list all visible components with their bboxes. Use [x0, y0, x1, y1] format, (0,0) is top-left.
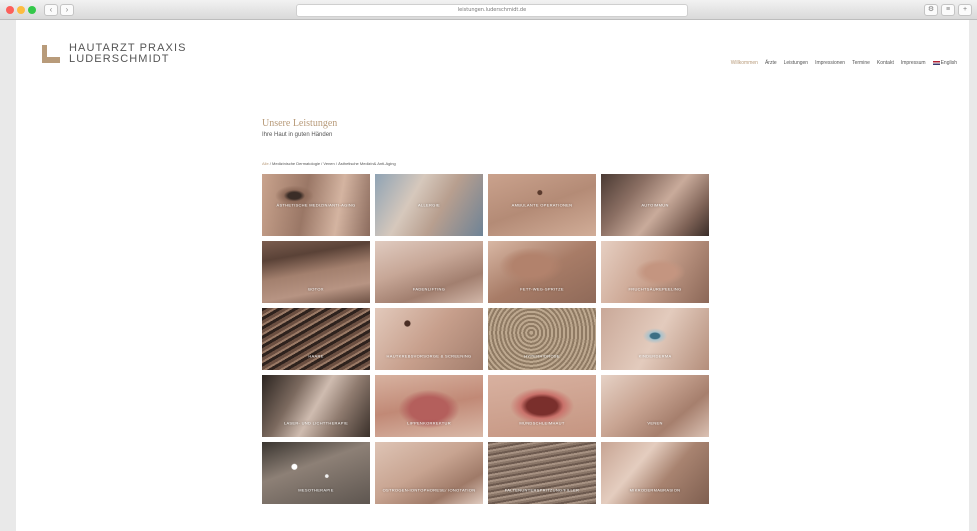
us-flag-icon [932, 60, 940, 65]
service-tile-label: HAUTKREBSVORSORGE & SCREENING [386, 353, 472, 359]
nav-aerzte[interactable]: Ärzte [765, 60, 777, 66]
logo-mark-icon [42, 45, 60, 63]
service-tile-label: AMBULANTE OPERATIONEN [511, 202, 573, 208]
address-bar[interactable]: leistungen.luderschmidt.de [296, 4, 688, 17]
tabs-icon[interactable]: + [958, 4, 972, 16]
service-tile-fett-weg-spritze[interactable]: FETT-WEG-SPRITZE [488, 241, 596, 303]
reader-icon[interactable]: ≡ [941, 4, 955, 16]
filter-aesthetische-medizin[interactable]: Ästhetische Medizin& Anti-Aging [338, 161, 396, 166]
service-tile-fadenlifting[interactable]: FADENLIFTING [375, 241, 483, 303]
service-tile-allergie[interactable]: ALLERGIE [375, 174, 483, 236]
gear-icon[interactable]: ⚙ [924, 4, 938, 16]
service-tile-label: KINDERDERMA [638, 353, 672, 359]
nav-english-label: English [940, 60, 957, 66]
service-tile-label: ÄSTHETISCHE MEDIZIN/ANTI-AGING [276, 202, 356, 208]
minimize-window-icon[interactable] [17, 6, 25, 14]
logo-line-2: LUDERSCHMIDT [69, 53, 170, 65]
close-window-icon[interactable] [6, 6, 14, 14]
service-tile-label: HYPERHIDROSE [524, 353, 560, 359]
nav-english[interactable]: English [932, 60, 957, 66]
service-tile-label: OSTROGEN-IONTOPHORESE/ IONOTATION [382, 487, 476, 493]
maximize-window-icon[interactable] [28, 6, 36, 14]
section-heading: Unsere Leistungen Ihre Haut in guten Hän… [262, 118, 337, 138]
back-icon[interactable]: ‹ [44, 4, 58, 16]
service-tile-label: ALLERGIE [418, 202, 440, 208]
nav-termine[interactable]: Termine [852, 60, 870, 66]
filter-medizinische-dermatologie[interactable]: Medizinische Dermatologie [272, 161, 320, 166]
service-tile-mesotherapie[interactable]: MESOTHERAPIE [262, 442, 370, 504]
service-tile-label: MIKRODERMABRASION [629, 487, 681, 493]
service-tile-label: FADENLIFTING [412, 286, 446, 292]
service-tile-hautkrebsvorsorge[interactable]: HAUTKREBSVORSORGE & SCREENING [375, 308, 483, 370]
service-tile-botox[interactable]: BOTOX [262, 241, 370, 303]
nav-willkommen[interactable]: Willkommen [731, 60, 758, 66]
service-tile-label: MESOTHERAPIE [298, 487, 334, 493]
page-subtitle: Ihre Haut in guten Händen [262, 132, 333, 138]
logo-text: HAUTARZT PRAXIS LUDERSCHMIDT [69, 43, 229, 65]
category-filter: Alle / Medizinische Dermatologie / Venen… [262, 161, 396, 166]
service-tile-ambulante-operationen[interactable]: AMBULANTE OPERATIONEN [488, 174, 596, 236]
service-tile-lippenkorrektur[interactable]: LIPPENKORREKTUR [375, 375, 483, 437]
service-tile-autoimmun[interactable]: AUTOIMMUN [601, 174, 709, 236]
service-tile-kinderderma[interactable]: KINDERDERMA [601, 308, 709, 370]
service-tile-label: FALTENUNTERSPRITZUNG/FILLER [504, 487, 580, 493]
service-tile-label: LIPPENKORREKTUR [407, 420, 451, 426]
forward-icon[interactable]: › [60, 4, 74, 16]
service-tile-venen[interactable]: VENEN [601, 375, 709, 437]
web-page: HAUTARZT PRAXIS LUDERSCHMIDT Willkommen … [16, 20, 969, 531]
filter-alle[interactable]: Alle [262, 161, 269, 166]
service-tile-haare[interactable]: HAARE [262, 308, 370, 370]
main-navigation: Willkommen Ärzte Leistungen Impressionen… [731, 60, 957, 66]
service-tile-label: FETT-WEG-SPRITZE [520, 286, 564, 292]
page-title: Unsere Leistungen [262, 118, 338, 129]
service-tile-ostrogen-iontophorese[interactable]: OSTROGEN-IONTOPHORESE/ IONOTATION [375, 442, 483, 504]
nav-leistungen[interactable]: Leistungen [784, 60, 808, 66]
service-tile-label: HAARE [308, 353, 324, 359]
services-grid: ÄSTHETISCHE MEDIZIN/ANTI-AGING ALLERGIE … [262, 174, 709, 504]
browser-toolbar: ‹ › leistungen.luderschmidt.de ⚙ ≡ + [0, 0, 977, 20]
filter-venen[interactable]: Venen [323, 161, 334, 166]
service-tile-label: LASER- UND LICHTTHERAPIE [283, 420, 349, 426]
service-tile-label: BOTOX [308, 286, 324, 292]
service-tile-faltenunterspritzung[interactable]: FALTENUNTERSPRITZUNG/FILLER [488, 442, 596, 504]
service-tile-label: MUNDSCHLEIMHAUT [519, 420, 565, 426]
service-tile-mikrodermabrasion[interactable]: MIKRODERMABRASION [601, 442, 709, 504]
service-tile-mundschleimhaut[interactable]: MUNDSCHLEIMHAUT [488, 375, 596, 437]
service-tile-label: AUTOIMMUN [641, 202, 669, 208]
nav-impressionen[interactable]: Impressionen [815, 60, 845, 66]
service-tile-label: VENEN [647, 420, 663, 426]
service-tile-fruchtsaeurepeeling[interactable]: FRUCHTSÄUREPEELING [601, 241, 709, 303]
nav-impressum[interactable]: Impressum [901, 60, 926, 66]
service-tile-laser-und-lichttherapie[interactable]: LASER- UND LICHTTHERAPIE [262, 375, 370, 437]
service-tile-hyperhidrose[interactable]: HYPERHIDROSE [488, 308, 596, 370]
nav-kontakt[interactable]: Kontakt [877, 60, 894, 66]
service-tile-label: FRUCHTSÄUREPEELING [628, 286, 682, 292]
service-tile-aesthetische-medizin[interactable]: ÄSTHETISCHE MEDIZIN/ANTI-AGING [262, 174, 370, 236]
